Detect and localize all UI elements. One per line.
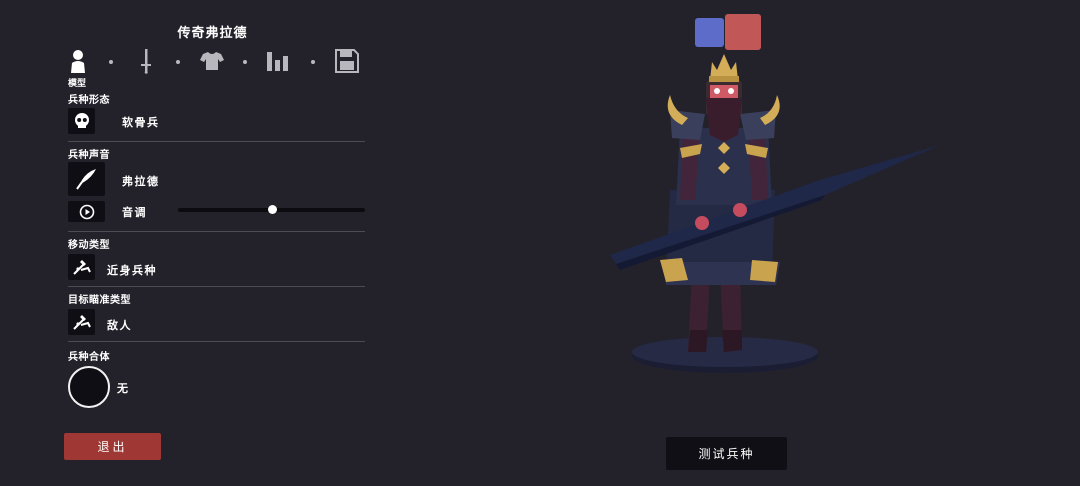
targeting-select-button[interactable] [68, 309, 95, 335]
quill-icon [75, 169, 96, 190]
targeting-value: 敌人 [107, 319, 132, 332]
tab-separator-dot [109, 60, 113, 64]
tab-caption-model: 模型 [68, 79, 87, 89]
exit-button[interactable]: 退出 [64, 433, 161, 460]
movement-value: 近身兵种 [107, 264, 157, 277]
unit-creator-screen: 传奇弗拉德 模型 兵种形态 软骨兵 兵种声音 弗拉德 音调 移动类型 近身兵种 … [0, 0, 1080, 486]
unit-name-title: 传奇弗拉德 [177, 26, 248, 41]
tab-separator-dot [311, 60, 315, 64]
form-value: 软骨兵 [122, 116, 160, 129]
movement-select-button[interactable] [68, 254, 95, 280]
section-label-fusion: 兵种合体 [68, 352, 110, 363]
unit-preview-model[interactable] [600, 40, 950, 380]
pitch-label: 音调 [122, 206, 147, 219]
section-label-targeting: 目标瞄准类型 [68, 295, 131, 306]
voice-value: 弗拉德 [122, 175, 160, 188]
pitch-slider[interactable] [178, 205, 365, 214]
melee-icon [72, 260, 91, 275]
target-icon [72, 315, 91, 330]
fusion-value: 无 [117, 382, 130, 395]
category-tabs [68, 48, 368, 76]
save-icon [335, 49, 359, 73]
tab-model[interactable] [68, 48, 92, 74]
divider [68, 341, 365, 342]
play-icon [79, 204, 94, 219]
section-label-movement: 移动类型 [68, 240, 110, 251]
person-icon [71, 50, 85, 73]
tab-separator-dot [243, 60, 247, 64]
tab-separator-dot [176, 60, 180, 64]
tab-clothing[interactable] [200, 48, 224, 74]
section-label-voice: 兵种声音 [68, 150, 110, 161]
section-label-form: 兵种形态 [68, 95, 110, 106]
divider [68, 231, 365, 232]
form-select-button[interactable] [68, 108, 95, 134]
skull-icon [74, 113, 89, 128]
divider [68, 286, 365, 287]
fusion-select-button[interactable] [68, 366, 110, 408]
stats-icon [267, 52, 288, 71]
play-voice-button[interactable] [68, 201, 105, 222]
tab-stats[interactable] [266, 48, 290, 74]
divider [68, 141, 365, 142]
shirt-icon [200, 52, 224, 70]
test-unit-button[interactable]: 测试兵种 [666, 437, 787, 470]
tab-save[interactable] [335, 48, 359, 74]
tab-weapons[interactable] [136, 48, 160, 74]
pitch-slider-handle[interactable] [267, 205, 277, 214]
sword-icon [141, 49, 151, 74]
voice-select-button[interactable] [68, 162, 105, 196]
